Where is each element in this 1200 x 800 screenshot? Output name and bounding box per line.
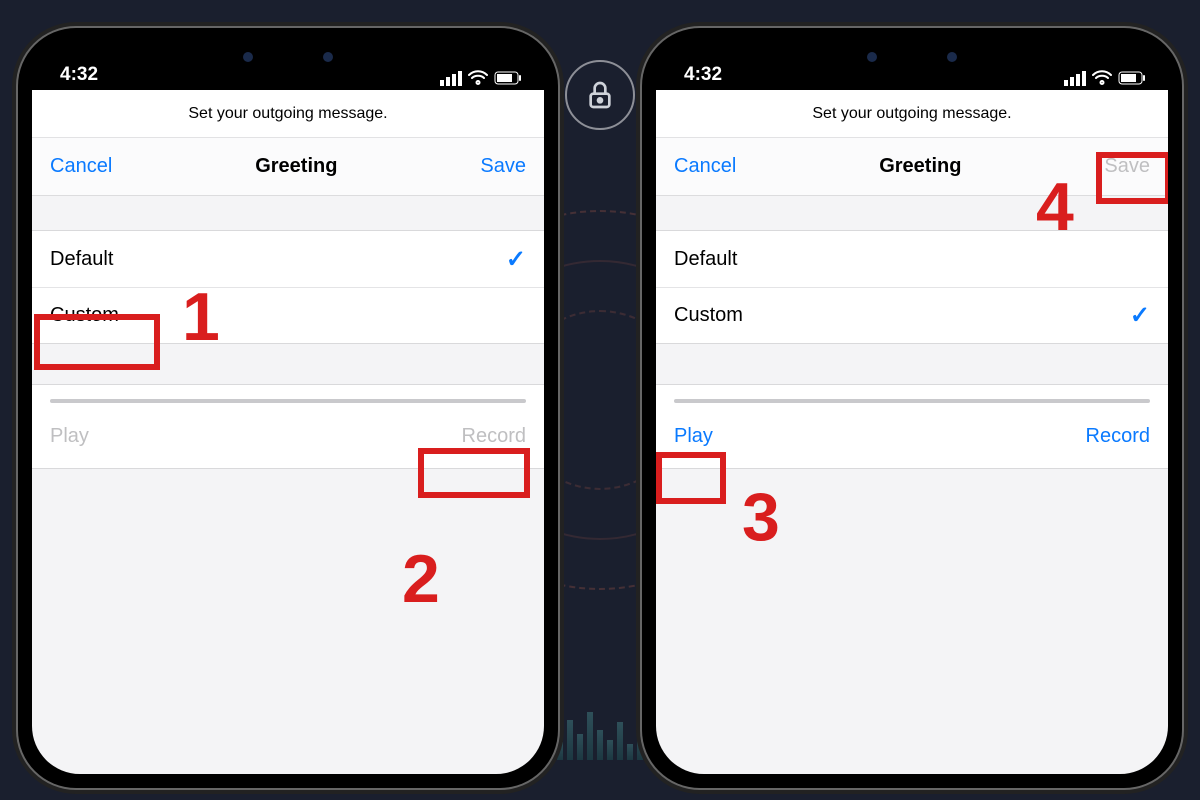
playback-track[interactable] bbox=[674, 399, 1150, 403]
annotation-number: 1 bbox=[182, 278, 220, 356]
subtitle: Set your outgoing message. bbox=[656, 90, 1168, 138]
subtitle: Set your outgoing message. bbox=[32, 90, 544, 138]
option-label: Custom bbox=[674, 304, 743, 327]
playback-track[interactable] bbox=[50, 399, 526, 403]
phone-mockup-left: 4:32 Set your outgoing message. Cancel G… bbox=[18, 28, 558, 788]
page-title: Greeting bbox=[879, 155, 961, 178]
wifi-icon bbox=[1092, 70, 1112, 86]
phone-mockup-right: 4:32 Set your outgoing message. Cancel G… bbox=[642, 28, 1182, 788]
cancel-button[interactable]: Cancel bbox=[674, 155, 736, 178]
option-default[interactable]: Default ✓ bbox=[32, 231, 544, 287]
annotation-box-2 bbox=[418, 448, 530, 498]
option-label: Default bbox=[50, 248, 113, 271]
option-label: Default bbox=[674, 248, 737, 271]
nav-bar: Cancel Greeting Save bbox=[656, 138, 1168, 196]
status-time: 4:32 bbox=[684, 64, 722, 86]
save-button[interactable]: Save bbox=[480, 155, 526, 178]
annotation-number: 2 bbox=[402, 540, 440, 618]
play-button[interactable]: Play bbox=[50, 425, 89, 448]
greeting-options-list: Default Custom ✓ bbox=[656, 230, 1168, 344]
phone-notch bbox=[183, 42, 393, 72]
cancel-button[interactable]: Cancel bbox=[50, 155, 112, 178]
battery-icon bbox=[494, 71, 522, 85]
annotation-box-3 bbox=[656, 452, 726, 504]
playback-section: Play Record bbox=[656, 384, 1168, 469]
nav-bar: Cancel Greeting Save bbox=[32, 138, 544, 196]
play-button[interactable]: Play bbox=[674, 425, 713, 448]
annotation-box-4 bbox=[1096, 152, 1168, 204]
annotation-number: 4 bbox=[1036, 168, 1074, 246]
signal-icon bbox=[1064, 71, 1086, 86]
wifi-icon bbox=[468, 70, 488, 86]
signal-icon bbox=[440, 71, 462, 86]
annotation-number: 3 bbox=[742, 478, 780, 556]
record-button[interactable]: Record bbox=[462, 425, 526, 448]
annotation-box-1 bbox=[34, 314, 160, 370]
option-custom[interactable]: Custom ✓ bbox=[656, 287, 1168, 343]
page-title: Greeting bbox=[255, 155, 337, 178]
record-button[interactable]: Record bbox=[1086, 425, 1150, 448]
phone-notch bbox=[807, 42, 1017, 72]
battery-icon bbox=[1118, 71, 1146, 85]
status-time: 4:32 bbox=[60, 64, 98, 86]
option-default[interactable]: Default bbox=[656, 231, 1168, 287]
checkmark-icon: ✓ bbox=[1130, 301, 1150, 330]
checkmark-icon: ✓ bbox=[506, 245, 526, 274]
